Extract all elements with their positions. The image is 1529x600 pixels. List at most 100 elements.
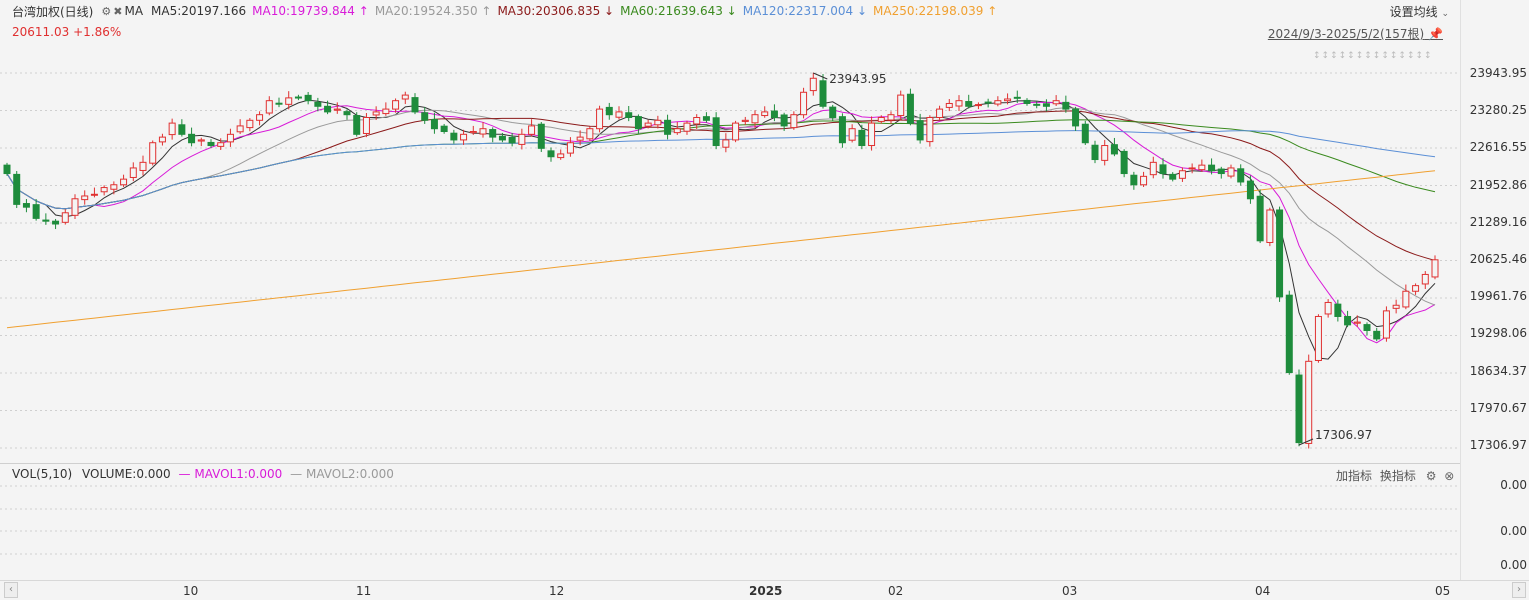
price-tick: 19298.06 xyxy=(1469,326,1527,341)
ma-line-ma250 xyxy=(6,170,1436,329)
candle xyxy=(421,112,429,121)
candle xyxy=(120,178,128,186)
price-tick: 17306.97 xyxy=(1469,438,1527,452)
candle xyxy=(353,115,361,135)
candle xyxy=(926,117,934,143)
ma-legend-item: MA10:19739.844 ↑ xyxy=(252,4,369,18)
candle xyxy=(13,173,21,205)
high-annotation: 23943.95 xyxy=(829,72,886,86)
candle xyxy=(780,114,788,127)
candle xyxy=(838,116,846,144)
candle xyxy=(906,93,914,124)
candle xyxy=(809,77,817,92)
price-tick: 23943.95 xyxy=(1469,66,1527,80)
candle xyxy=(916,120,924,141)
candle xyxy=(994,100,1002,105)
gear-icon[interactable]: ⚙ xyxy=(101,5,111,18)
candle xyxy=(1052,100,1060,105)
price-tick: 18634.37 xyxy=(1469,363,1527,378)
candle xyxy=(712,117,720,147)
ma-legend-item: MA20:19524.350 ↑ xyxy=(374,4,492,18)
candle xyxy=(518,133,526,145)
candle xyxy=(732,122,740,141)
candle xyxy=(508,136,516,144)
candle xyxy=(664,119,672,135)
candle xyxy=(1373,330,1381,340)
candle xyxy=(1110,144,1118,155)
candle xyxy=(984,101,992,104)
candle xyxy=(1334,303,1342,317)
candle xyxy=(372,111,380,116)
candle xyxy=(576,136,584,141)
ma-legend: 台湾加权(日线) ⚙ ✖ MA MA5:20197.166 MA10:19739.… xyxy=(12,3,1003,19)
vol-tick: 0.00 xyxy=(1500,558,1527,572)
chevron-right-icon[interactable]: › xyxy=(1512,582,1526,598)
price-tick: 21289.16 xyxy=(1469,214,1527,229)
chevron-down-icon: ⌄ xyxy=(1441,9,1449,19)
candle xyxy=(1208,164,1216,172)
candle xyxy=(1363,324,1371,331)
candle xyxy=(1314,315,1322,361)
candle xyxy=(1101,145,1109,161)
candle xyxy=(100,187,108,193)
candle xyxy=(1421,273,1429,285)
candle xyxy=(1344,315,1352,326)
candle xyxy=(197,139,205,142)
candle xyxy=(528,125,536,135)
chevron-left-icon[interactable]: ‹ xyxy=(4,582,18,598)
candle xyxy=(498,135,506,141)
time-tick: 11 xyxy=(356,584,372,598)
vol-tick: 0.00 xyxy=(1500,524,1527,538)
candlestick-chart[interactable]: 23943.95 17306.97 xyxy=(0,40,1460,463)
ma-legend-item: MA5:20197.166 xyxy=(151,4,247,18)
candle xyxy=(314,101,322,107)
candle xyxy=(877,117,885,122)
price-tick: 22616.55 xyxy=(1469,140,1527,155)
candle xyxy=(1130,174,1138,186)
ma-line-ma20 xyxy=(6,107,1436,306)
candle xyxy=(275,102,283,105)
candle xyxy=(868,122,876,147)
candle xyxy=(226,133,234,143)
candle xyxy=(1295,374,1303,444)
time-tick: 2025 xyxy=(749,584,783,598)
candle xyxy=(557,153,565,159)
candle xyxy=(751,114,759,124)
indicator-name: MA xyxy=(124,4,144,18)
candle xyxy=(1266,209,1274,243)
candle xyxy=(1013,96,1021,99)
candle xyxy=(158,136,166,143)
candle xyxy=(1246,180,1254,200)
candle xyxy=(974,104,982,107)
candle xyxy=(139,161,147,171)
candle xyxy=(343,111,351,116)
candle xyxy=(168,122,176,136)
low-annotation: 17306.97 xyxy=(1315,428,1372,442)
price-tick: 19961.76 xyxy=(1469,289,1527,304)
candle xyxy=(1276,209,1284,298)
candle xyxy=(596,108,604,130)
close-icon[interactable]: ✖ xyxy=(113,5,122,18)
candle xyxy=(722,139,730,148)
candle xyxy=(1324,301,1332,315)
candle xyxy=(1072,108,1080,127)
ma-settings-button[interactable]: 设置均线 ⌄ xyxy=(1390,3,1449,20)
pin-icon[interactable]: 📌 xyxy=(1428,27,1443,41)
candle xyxy=(440,125,448,133)
candle xyxy=(1412,285,1420,292)
candle xyxy=(965,101,973,107)
candle xyxy=(479,128,487,135)
candle xyxy=(800,91,808,116)
date-range-label: 2024/9/3-2025/5/2(157根) xyxy=(1267,27,1425,41)
candle xyxy=(285,97,293,105)
candle xyxy=(178,124,186,135)
candle xyxy=(625,112,633,119)
candle xyxy=(673,128,681,134)
candle xyxy=(110,184,118,190)
candle xyxy=(634,116,642,130)
candle xyxy=(1033,103,1041,106)
candle xyxy=(52,220,60,225)
candle xyxy=(430,118,438,130)
change-percent: +1.86% xyxy=(73,25,122,39)
time-tick: 02 xyxy=(888,584,904,598)
